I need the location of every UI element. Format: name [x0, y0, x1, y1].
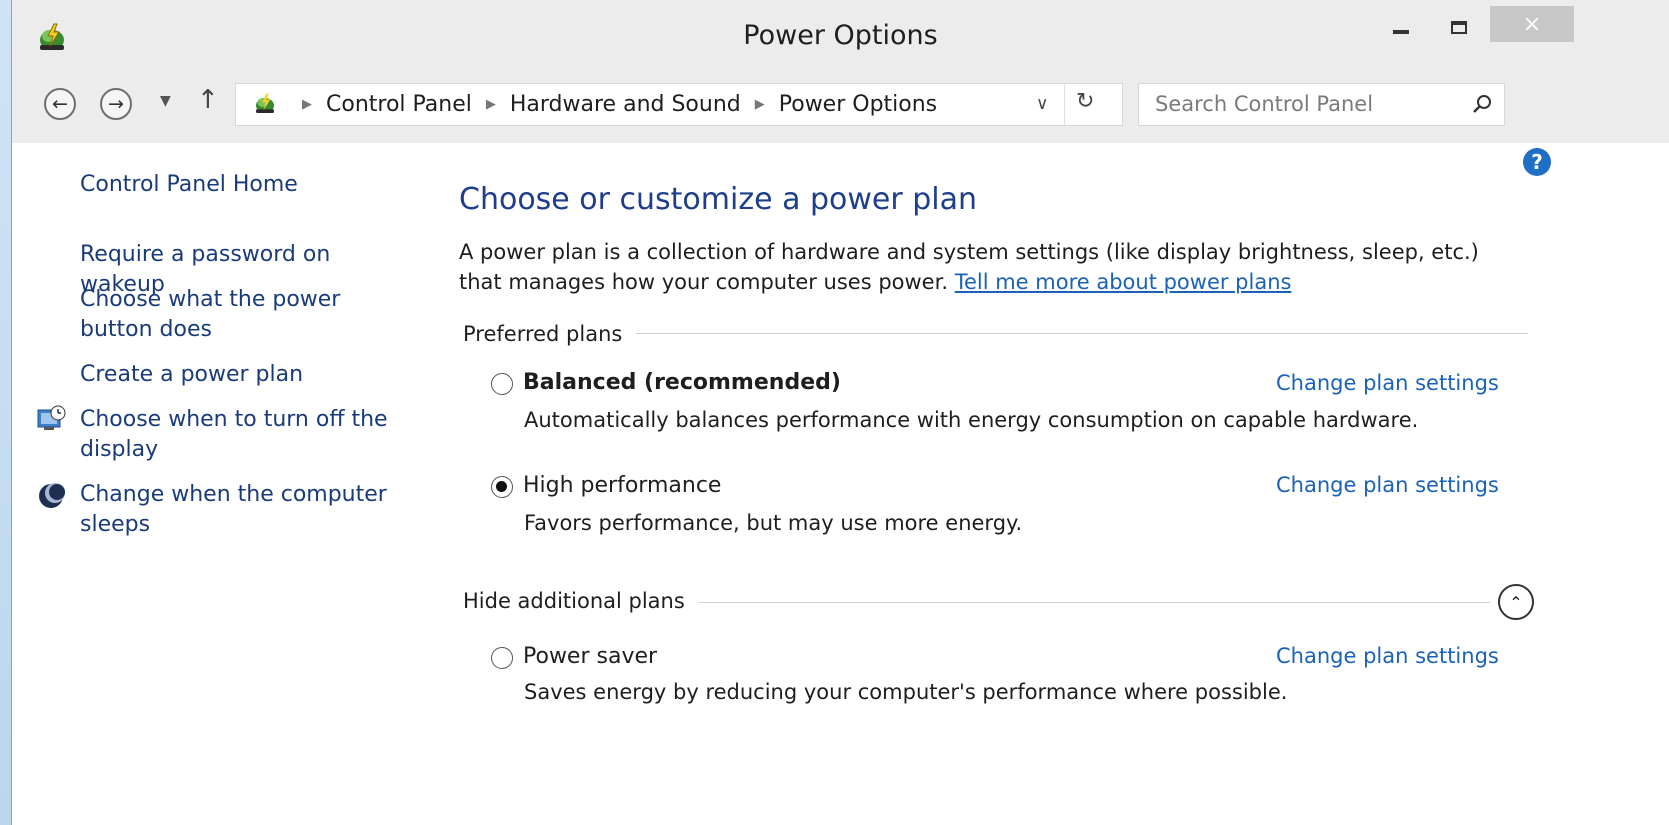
- arrow-left-icon: ←: [52, 93, 68, 115]
- sidebar-item-power-button[interactable]: Choose what the power button does: [80, 285, 410, 345]
- clock-monitor-icon: [37, 405, 66, 430]
- page-description: A power plan is a collection of hardware…: [459, 237, 1509, 297]
- minimize-icon: [1393, 30, 1409, 34]
- help-icon[interactable]: ?: [1523, 148, 1551, 176]
- high-performance-change-settings-link[interactable]: Change plan settings: [1276, 473, 1499, 497]
- breadcrumb-control-panel[interactable]: Control Panel: [326, 92, 472, 117]
- balanced-change-settings-link[interactable]: Change plan settings: [1276, 371, 1499, 395]
- power-saver-change-settings-link[interactable]: Change plan settings: [1276, 644, 1499, 668]
- plan-name-balanced[interactable]: Balanced (recommended): [523, 370, 841, 395]
- breadcrumb-hardware-and-sound[interactable]: Hardware and Sound: [510, 92, 741, 117]
- breadcrumb-separator-icon[interactable]: ▶: [486, 97, 496, 112]
- plan-desc-power-saver: Saves energy by reducing your computer's…: [524, 680, 1288, 704]
- address-divider: [1064, 84, 1065, 125]
- back-button[interactable]: ←: [44, 88, 76, 120]
- moon-sleep-icon: [39, 483, 65, 508]
- refresh-icon: ↻: [1076, 89, 1095, 114]
- search-placeholder: Search Control Panel: [1155, 92, 1374, 116]
- arrow-right-icon: →: [108, 93, 124, 115]
- up-button[interactable]: ↑: [197, 85, 219, 115]
- control-panel-icon: [256, 93, 274, 113]
- address-history-dropdown[interactable]: ∨: [1036, 94, 1048, 114]
- chevron-down-icon: ▼: [160, 93, 171, 109]
- collapse-plans-button[interactable]: ⌃: [1498, 584, 1534, 620]
- minimize-button[interactable]: [1377, 6, 1425, 48]
- additional-plans-heading[interactable]: Hide additional plans: [463, 589, 699, 613]
- breadcrumb: ▶ Control Panel ▶ Hardware and Sound ▶ P…: [288, 84, 937, 125]
- navigation-bar: ← → ▼ ↑ ▶ Control Panel ▶ Hardware and S…: [12, 71, 1669, 143]
- balanced-radio[interactable]: [491, 373, 513, 395]
- breadcrumb-separator-icon[interactable]: ▶: [302, 97, 312, 112]
- learn-more-link[interactable]: Tell me more about power plans: [955, 270, 1292, 294]
- close-icon: ×: [1522, 11, 1542, 37]
- sidebar-item-computer-sleeps[interactable]: Change when the computer sleeps: [80, 480, 400, 540]
- maximize-icon: [1451, 20, 1467, 34]
- refresh-button[interactable]: ↻: [1076, 89, 1094, 114]
- close-button[interactable]: ×: [1490, 6, 1574, 42]
- sidebar-item-create-plan[interactable]: Create a power plan: [80, 360, 420, 390]
- recent-locations-dropdown[interactable]: ▼: [160, 93, 171, 109]
- power-saver-radio[interactable]: [491, 647, 513, 669]
- search-icon[interactable]: [1471, 93, 1493, 115]
- address-bar[interactable]: ▶ Control Panel ▶ Hardware and Sound ▶ P…: [235, 83, 1123, 126]
- title-bar[interactable]: Power Options ×: [12, 0, 1669, 71]
- preferred-plans-heading: Preferred plans: [463, 322, 637, 346]
- section-divider: [690, 602, 1490, 603]
- chevron-down-icon: ∨: [1036, 94, 1049, 114]
- high-performance-radio[interactable]: [491, 476, 513, 498]
- section-divider: [600, 333, 1528, 334]
- window-border: [0, 0, 11, 825]
- plan-desc-high-performance: Favors performance, but may use more ene…: [524, 511, 1023, 535]
- search-input[interactable]: Search Control Panel: [1138, 83, 1505, 126]
- arrow-up-icon: ↑: [197, 85, 219, 115]
- breadcrumb-separator-icon[interactable]: ▶: [755, 97, 765, 112]
- breadcrumb-power-options[interactable]: Power Options: [779, 92, 937, 117]
- plan-name-power-saver[interactable]: Power saver: [523, 644, 657, 669]
- sidebar-item-turn-off-display[interactable]: Choose when to turn off the display: [80, 405, 400, 465]
- plan-name-high-performance[interactable]: High performance: [523, 473, 721, 498]
- forward-button[interactable]: →: [100, 88, 132, 120]
- plan-desc-balanced: Automatically balances performance with …: [524, 408, 1419, 432]
- maximize-button[interactable]: [1435, 6, 1483, 48]
- chevron-up-icon: ⌃: [1509, 592, 1523, 612]
- sidebar-item-control-panel-home[interactable]: Control Panel Home: [80, 170, 420, 200]
- page-title: Choose or customize a power plan: [459, 182, 978, 217]
